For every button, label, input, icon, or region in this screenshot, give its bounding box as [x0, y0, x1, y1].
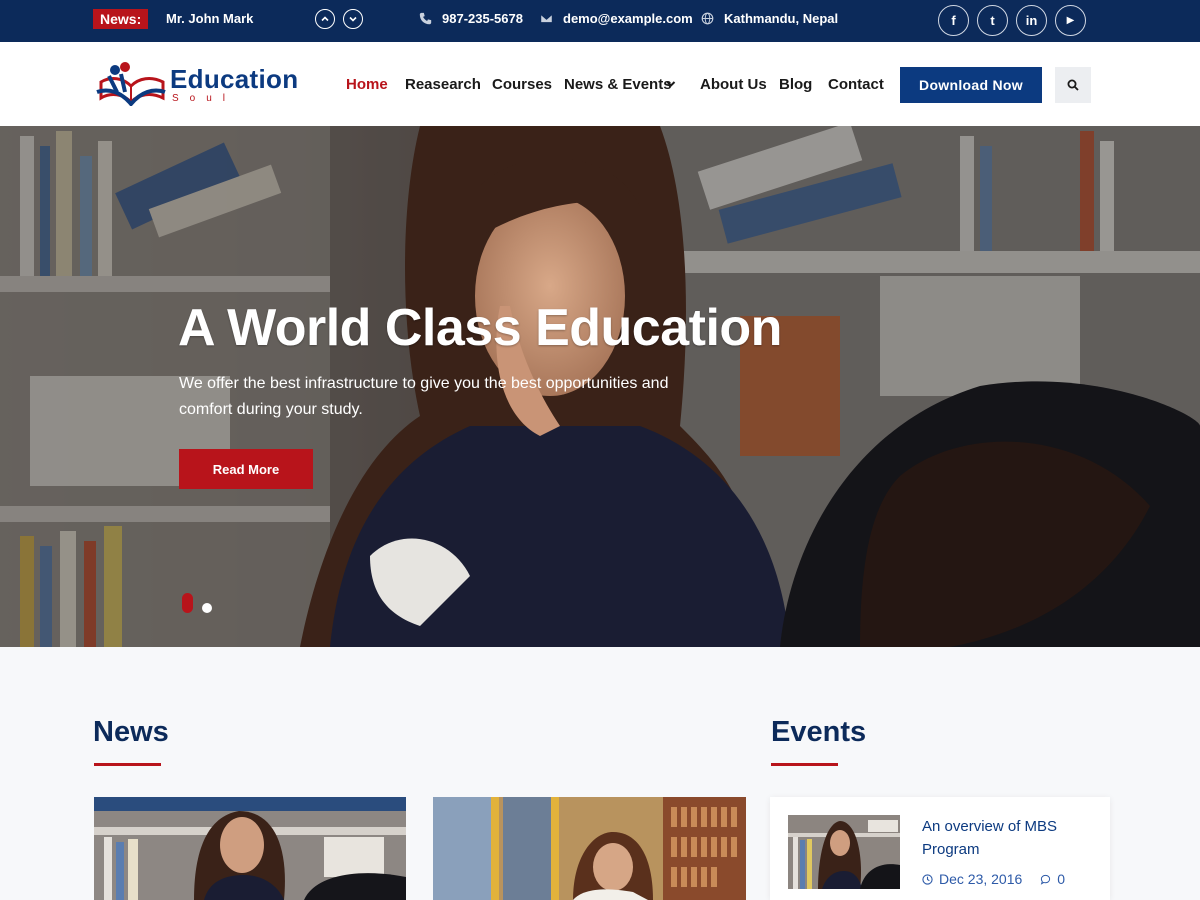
event-meta: Dec 23, 2016 0	[922, 871, 1065, 887]
twitter-link[interactable]: t	[977, 5, 1008, 36]
brand-title: Education	[170, 64, 299, 94]
youtube-icon: ▶	[1066, 15, 1075, 26]
news-card-image[interactable]	[433, 797, 746, 900]
email-address: demo@example.com	[563, 11, 693, 26]
events-section-title: Events	[771, 716, 867, 748]
clock-icon	[922, 873, 933, 885]
chevron-up-icon	[321, 16, 329, 22]
facebook-icon: f	[951, 13, 956, 28]
read-more-button[interactable]: Read More	[179, 449, 313, 489]
youtube-link[interactable]: ▶	[1055, 5, 1086, 36]
nav-courses[interactable]: Courses	[492, 76, 552, 93]
hero-subtitle: We offer the best infrastructure to give…	[179, 375, 669, 418]
event-comment-count[interactable]: 0	[1057, 871, 1065, 887]
globe-icon	[701, 12, 714, 25]
hero-slider: A World Class Education We offer the bes…	[0, 126, 1200, 647]
phone-number: 987-235-5678	[442, 11, 523, 26]
event-card[interactable]: An overview of MBS Program Dec 23, 2016 …	[770, 797, 1110, 900]
nav-blog[interactable]: Blog	[779, 76, 812, 93]
site-logo[interactable]: Education Soul	[95, 60, 299, 110]
site-header: Education Soul Home Reasearch Courses Ne…	[0, 42, 1200, 126]
news-section-title: News	[93, 716, 169, 748]
nav-about-us[interactable]: About Us	[700, 76, 767, 93]
ticker-next-button[interactable]	[343, 9, 363, 29]
chevron-down-icon[interactable]	[666, 79, 676, 89]
news-title-underline	[94, 763, 161, 766]
event-date: Dec 23, 2016	[939, 871, 1023, 887]
news-label: News:	[93, 9, 149, 29]
chevron-down-icon	[349, 16, 357, 22]
event-title[interactable]: An overview of MBS Program	[922, 815, 1092, 861]
hero-title: A World Class Education	[178, 299, 782, 357]
news-card-image[interactable]	[94, 797, 406, 900]
event-thumbnail[interactable]	[788, 815, 900, 889]
facebook-link[interactable]: f	[938, 5, 969, 36]
event-photo	[788, 815, 900, 889]
nav-news-events[interactable]: News & Events	[564, 76, 672, 93]
phone-icon	[419, 12, 432, 25]
top-bar: News: Mr. John Mark 987-235-5678 demo@ex…	[0, 0, 1200, 42]
twitter-icon: t	[990, 13, 995, 28]
news-photo-2	[433, 797, 746, 900]
download-now-button[interactable]: Download Now	[900, 67, 1042, 103]
email-info[interactable]: demo@example.com	[540, 11, 693, 26]
nav-contact[interactable]: Contact	[828, 76, 884, 93]
location-info: Kathmandu, Nepal	[701, 11, 838, 26]
book-reader-logo-icon	[96, 62, 166, 106]
envelope-icon	[540, 14, 553, 23]
slider-dot-2[interactable]	[202, 603, 212, 613]
news-photo-1	[94, 797, 406, 900]
nav-home[interactable]: Home	[346, 76, 388, 93]
comment-icon	[1041, 874, 1051, 885]
search-icon	[1067, 79, 1079, 91]
nav-research[interactable]: Reasearch	[405, 76, 481, 93]
linkedin-link[interactable]: in	[1016, 5, 1047, 36]
ticker-prev-button[interactable]	[315, 9, 335, 29]
location-text: Kathmandu, Nepal	[724, 11, 839, 26]
news-ticker-text[interactable]: Mr. John Mark	[166, 11, 253, 26]
brand-subtitle: Soul	[172, 93, 237, 104]
slider-dot-1[interactable]	[182, 593, 193, 613]
linkedin-icon: in	[1025, 13, 1038, 28]
events-title-underline	[771, 763, 838, 766]
search-button[interactable]	[1055, 67, 1091, 103]
phone-info[interactable]: 987-235-5678	[419, 11, 523, 26]
